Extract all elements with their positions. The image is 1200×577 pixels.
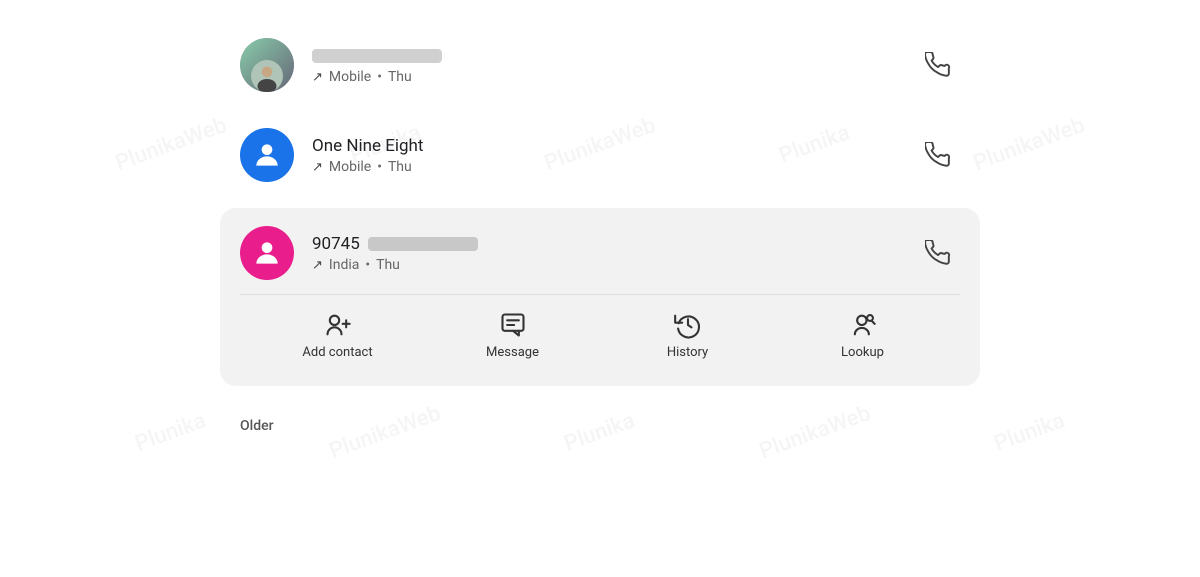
call-phone-btn-2[interactable] <box>916 133 960 177</box>
call-type-2: Mobile <box>329 159 371 175</box>
call-info-2: One Nine Eight ↗ Mobile • Thu <box>312 135 916 175</box>
call-info-1: ↗ Mobile • Thu <box>312 45 916 85</box>
history-label: History <box>667 345 708 360</box>
call-type-3: India <box>329 257 359 273</box>
call-info-3: 90745 ↗ India • Thu <box>312 233 916 273</box>
add-contact-button[interactable]: Add contact <box>298 311 378 360</box>
call-direction-icon-2: ↗ <box>312 160 323 175</box>
call-direction-icon-3: ↗ <box>312 258 323 273</box>
call-phone-btn-3[interactable] <box>916 231 960 275</box>
call-day-3: Thu <box>376 257 400 273</box>
action-row: Add contact Message History <box>240 294 960 368</box>
call-phone-btn-1[interactable] <box>916 43 960 87</box>
meta-sep-1: • <box>377 69 382 85</box>
contact-name-1 <box>312 45 916 67</box>
call-direction-icon-1: ↗ <box>312 70 323 85</box>
older-label: Older <box>0 406 1200 446</box>
call-item-3[interactable]: 90745 ↗ India • Thu <box>220 208 980 386</box>
expanded-top: 90745 ↗ India • Thu <box>240 226 960 280</box>
call-item-2[interactable]: One Nine Eight ↗ Mobile • Thu <box>220 110 980 200</box>
avatar-1 <box>240 38 294 92</box>
call-meta-1: ↗ Mobile • Thu <box>312 69 916 85</box>
lookup-label: Lookup <box>841 345 884 360</box>
contact-number-3: 90745 <box>312 234 360 254</box>
add-contact-icon <box>324 311 352 339</box>
meta-sep-2: • <box>377 159 382 175</box>
message-button[interactable]: Message <box>473 311 553 360</box>
lookup-button[interactable]: Lookup <box>823 311 903 360</box>
avatar-2 <box>240 128 294 182</box>
avatar-3 <box>240 226 294 280</box>
call-item-1[interactable]: ↗ Mobile • Thu <box>220 20 980 110</box>
message-label: Message <box>486 345 539 360</box>
contact-name-2: One Nine Eight <box>312 135 916 157</box>
add-contact-label: Add contact <box>302 345 372 360</box>
call-day-1: Thu <box>388 69 412 85</box>
message-icon <box>499 311 527 339</box>
call-meta-3: ↗ India • Thu <box>312 257 916 273</box>
history-icon <box>674 311 702 339</box>
call-list: ↗ Mobile • Thu One Nine Eight ↗ Mobile <box>0 0 1200 406</box>
call-day-2: Thu <box>388 159 412 175</box>
contact-name-3: 90745 <box>312 233 916 255</box>
history-button[interactable]: History <box>648 311 728 360</box>
lookup-icon <box>849 311 877 339</box>
call-meta-2: ↗ Mobile • Thu <box>312 159 916 175</box>
call-type-1: Mobile <box>329 69 371 85</box>
meta-sep-3: • <box>365 257 370 273</box>
